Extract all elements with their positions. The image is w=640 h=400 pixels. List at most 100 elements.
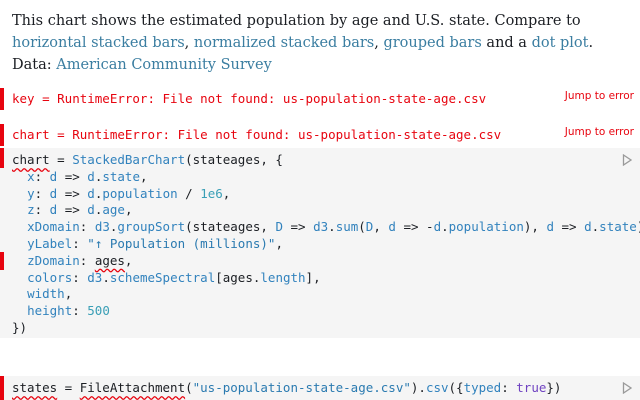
code-token: :	[72, 303, 88, 319]
code-token: :	[79, 219, 95, 235]
code-token: })	[12, 319, 28, 335]
code-token: :	[34, 202, 50, 218]
code-token: :	[72, 235, 88, 251]
code-token: => -	[395, 219, 434, 235]
code-token: ).	[410, 380, 426, 395]
code-token: D	[275, 219, 283, 235]
code-token: xDomain	[27, 219, 80, 235]
code-token: ,	[64, 286, 73, 302]
intro-text: This chart shows the estimated populatio…	[12, 10, 622, 76]
code-line: xDomain: d3. groupSort(stateages, D => d3…	[12, 219, 640, 234]
code-token: .	[328, 219, 336, 235]
code-token: ,	[124, 202, 133, 218]
code-line: y: d => d.population / 1e6,	[12, 186, 230, 201]
code-token: "us-population-state-age.csv"	[192, 380, 411, 395]
link-dot-plot[interactable]: dot plot	[532, 35, 589, 51]
code-line: z: d => d.age,	[12, 202, 132, 217]
run-cell-icon[interactable]	[622, 382, 632, 394]
intro-paragraph: This chart shows the estimated populatio…	[12, 13, 594, 73]
code-line: })	[12, 320, 27, 335]
code-token: z	[27, 202, 35, 218]
code-line: colors: d3.schemeSpectral[ages.length],	[12, 270, 321, 285]
error-marker	[0, 376, 4, 400]
error-message: key = RuntimeError: File not found: us-p…	[12, 91, 487, 106]
code-token: width	[27, 286, 65, 302]
code-token: ,	[373, 219, 389, 235]
code-token: (	[358, 219, 366, 235]
code-token: (stateages,	[185, 219, 276, 235]
code-token: =	[49, 152, 73, 167]
code-token: .	[441, 219, 449, 235]
code-token: "↑ Population (millions)"	[87, 235, 276, 251]
code-token: .	[102, 269, 110, 285]
link-grouped-bars[interactable]: grouped bars	[383, 35, 481, 51]
code-token: d	[87, 168, 95, 184]
code-token: FileAttachment	[79, 380, 186, 395]
error-chart: chart = RuntimeError: File not found: us…	[0, 124, 640, 146]
code-token: d	[433, 219, 442, 235]
code-line: chart = StackedBarChart(stateages, {	[12, 152, 283, 167]
code-token: sum	[335, 219, 359, 235]
code-token: (stateages, {	[185, 152, 283, 167]
jump-to-error-button[interactable]: Jump to error	[565, 126, 634, 138]
code-cell-states[interactable]: states = FileAttachment("us-population-s…	[0, 376, 640, 400]
code-token: =>	[57, 168, 88, 184]
link-data-source[interactable]: American Community Survey	[56, 57, 272, 73]
code-line: height: 500	[12, 303, 110, 318]
code-token: =>	[57, 202, 88, 218]
code-line: states = FileAttachment("us-population-s…	[12, 380, 561, 395]
code-token: :	[501, 380, 517, 395]
code-token: schemeSpectral	[109, 269, 216, 285]
code-cell-chart[interactable]: chart = StackedBarChart(stateages, { x: …	[0, 148, 640, 338]
code-token: StackedBarChart	[72, 152, 186, 167]
code-token: =>	[57, 185, 88, 201]
code-line: yLabel: "↑ Population (millions)",	[12, 236, 283, 251]
code-token: colors	[27, 269, 73, 285]
code-token: /	[177, 185, 201, 201]
code-token: [ages.	[215, 269, 261, 285]
jump-to-error-button[interactable]: Jump to error	[565, 90, 634, 102]
code-token: ,	[124, 252, 133, 268]
code-editor[interactable]: states = FileAttachment("us-population-s…	[12, 380, 561, 397]
error-message: chart = RuntimeError: File not found: us…	[12, 127, 502, 142]
code-token: ),	[523, 219, 547, 235]
code-token: d	[87, 202, 95, 218]
error-marker	[0, 148, 4, 168]
code-token: (	[185, 380, 193, 395]
code-token: states	[12, 380, 58, 395]
code-token: d	[388, 219, 396, 235]
code-token: })	[546, 380, 562, 395]
code-token: d	[87, 185, 95, 201]
code-token: ,	[140, 168, 148, 184]
code-token: d	[546, 219, 554, 235]
code-token: zDomain	[27, 252, 80, 268]
code-token: x	[27, 168, 35, 184]
code-token: y	[27, 185, 35, 201]
code-token: ,	[275, 235, 283, 251]
code-token: =	[57, 380, 80, 395]
code-token: groupSort	[117, 219, 186, 235]
code-token: :	[34, 168, 50, 184]
code-token: d3	[94, 219, 110, 235]
code-token: typed	[463, 380, 502, 395]
run-cell-icon[interactable]	[622, 154, 632, 166]
code-token: height	[27, 303, 73, 319]
error-marker	[0, 88, 4, 110]
code-token: =>	[282, 219, 314, 235]
link-horizontal-stacked-bars[interactable]: horizontal stacked bars	[12, 35, 185, 51]
intro-line1: This chart shows the estimated populatio…	[12, 13, 581, 29]
code-token: :	[72, 269, 88, 285]
code-token: csv	[425, 380, 449, 395]
code-token: ({	[448, 380, 464, 395]
code-editor[interactable]: chart = StackedBarChart(stateages, { x: …	[12, 152, 640, 337]
code-token: true	[516, 380, 547, 395]
error-key: key = RuntimeError: File not found: us-p…	[0, 88, 640, 110]
link-normalized-stacked-bars[interactable]: normalized stacked bars	[194, 35, 374, 51]
